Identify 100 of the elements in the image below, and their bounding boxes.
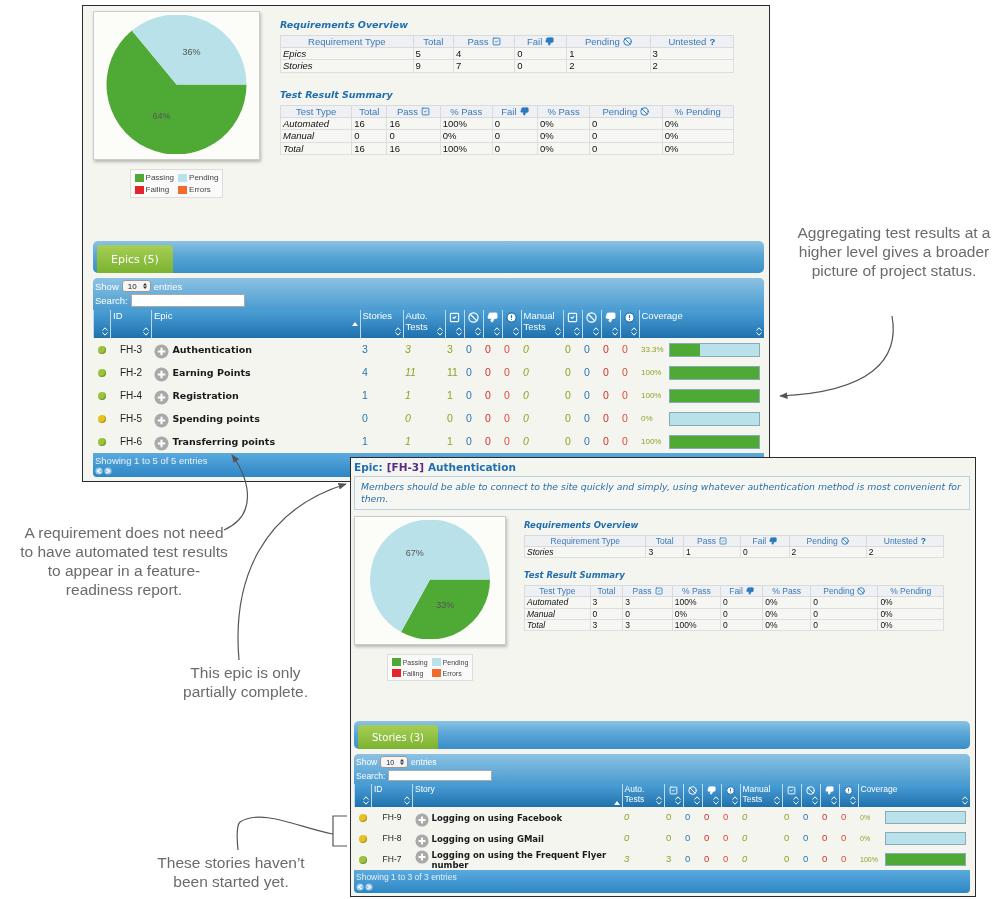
sort-icon[interactable]	[693, 796, 700, 805]
section-title: Requirements Overview	[280, 19, 409, 30]
column-header[interactable]	[620, 310, 639, 338]
plus-circle-icon[interactable]	[153, 344, 169, 359]
sort-icon[interactable]	[731, 796, 738, 805]
header-label: Story	[415, 785, 436, 795]
header-label: Pass	[632, 586, 652, 597]
column-header[interactable]	[801, 784, 820, 807]
column-header[interactable]: Epic	[151, 310, 360, 338]
sort-icon[interactable]	[493, 327, 500, 336]
sort-icon[interactable]	[630, 327, 637, 336]
sort-icon[interactable]	[592, 327, 599, 336]
sort-icon[interactable]	[830, 796, 837, 805]
table-cell: 0	[810, 596, 878, 609]
requirement-name[interactable]: Spending points	[172, 413, 358, 424]
column-header[interactable]	[839, 784, 858, 807]
column-header[interactable]	[820, 784, 839, 807]
table-cell-text: 1	[404, 387, 412, 403]
column-header[interactable]	[683, 784, 702, 807]
plus-circle-icon[interactable]	[153, 367, 169, 382]
column-header[interactable]	[502, 310, 521, 338]
requirement-name[interactable]: Registration	[172, 390, 358, 401]
page-size-select[interactable]: 10	[121, 280, 151, 292]
column-header[interactable]	[93, 310, 111, 338]
column-header[interactable]	[483, 310, 502, 338]
table-cell: Manual	[280, 129, 352, 143]
sort-icon[interactable]	[712, 796, 719, 805]
plus-circle-icon[interactable]	[153, 436, 169, 451]
sort-icon[interactable]	[655, 796, 662, 805]
requirement-name[interactable]: Earning Points	[172, 367, 358, 378]
sort-ascending-icon[interactable]	[613, 801, 620, 805]
sort-icon[interactable]	[474, 327, 481, 336]
pagination-arrows-icon[interactable]	[356, 883, 374, 891]
sort-icon[interactable]	[611, 327, 618, 336]
column-header[interactable]	[664, 784, 683, 807]
sort-icon[interactable]	[363, 796, 369, 805]
column-header[interactable]	[601, 310, 620, 338]
requirement-name[interactable]: Authentication	[172, 344, 358, 355]
column-header[interactable]: Manual Tests	[521, 310, 563, 338]
sort-icon[interactable]	[573, 327, 580, 336]
table-cell-text: 0	[621, 433, 629, 449]
column-header[interactable]: Story	[412, 784, 622, 807]
panel-tab[interactable]: Stories (3)	[358, 725, 438, 749]
column-header[interactable]: Auto. Tests	[403, 310, 445, 338]
sort-icon[interactable]	[554, 327, 561, 336]
search-field[interactable]	[130, 294, 245, 307]
column-header[interactable]	[721, 784, 740, 807]
table-cell-text: 0	[802, 831, 810, 846]
sort-ascending-icon[interactable]	[351, 322, 358, 326]
column-header[interactable]	[702, 784, 721, 807]
legend-label: Errors	[189, 185, 211, 194]
requirement-name[interactable]: Transferring points	[172, 436, 358, 447]
requirement-name[interactable]: Logging on using Facebook	[431, 812, 620, 823]
column-header[interactable]	[782, 784, 801, 807]
sort-icon[interactable]	[455, 327, 462, 336]
column-header[interactable]	[582, 310, 601, 338]
panel-tab[interactable]: Epics (5)	[97, 245, 173, 273]
column-header[interactable]: Manual Tests	[740, 784, 782, 807]
coverage-percent: 0%	[641, 414, 654, 423]
table-cell: 100%	[672, 619, 721, 631]
column-header[interactable]: Auto. Tests	[622, 784, 664, 807]
sort-icon[interactable]	[674, 796, 681, 805]
column-header[interactable]: Coverage	[639, 310, 764, 338]
plus-circle-icon[interactable]	[153, 390, 169, 405]
plus-circle-icon[interactable]	[414, 833, 429, 848]
sort-icon[interactable]	[811, 796, 818, 805]
column-header[interactable]: ID	[110, 310, 152, 338]
pagination-arrows-icon[interactable]	[95, 467, 113, 475]
sort-icon[interactable]	[394, 327, 401, 336]
sort-icon[interactable]	[102, 327, 108, 336]
sort-icon[interactable]	[773, 796, 780, 805]
requirement-name[interactable]: Logging on using GMail	[431, 833, 620, 844]
table-cell-text: 0	[503, 364, 511, 380]
legend-label: Passing	[145, 173, 175, 182]
column-header[interactable]: ID	[371, 784, 413, 807]
header-label: Pending	[823, 586, 855, 597]
column-header[interactable]: Coverage	[858, 784, 970, 807]
sort-icon[interactable]	[849, 796, 856, 805]
sort-icon[interactable]	[404, 796, 410, 805]
column-header[interactable]	[563, 310, 582, 338]
search-field[interactable]	[388, 770, 493, 781]
sort-icon[interactable]	[512, 327, 519, 336]
sort-icon[interactable]	[792, 796, 799, 805]
plus-circle-icon[interactable]	[153, 413, 169, 428]
plus-circle-icon[interactable]	[414, 812, 429, 827]
sort-icon[interactable]	[143, 327, 149, 336]
checkbox-tick-icon	[567, 312, 578, 323]
column-header[interactable]	[354, 784, 372, 807]
exclamation-icon	[624, 312, 635, 323]
column-header[interactable]: Stories	[360, 310, 403, 338]
table-cell-text: 4	[361, 364, 369, 380]
sort-icon[interactable]	[756, 327, 762, 336]
plus-circle-icon[interactable]	[414, 849, 429, 864]
table-cell-text: 0	[583, 387, 591, 403]
sort-icon[interactable]	[436, 327, 443, 336]
column-header[interactable]	[445, 310, 464, 338]
requirement-name[interactable]: Logging on using the Frequent Flyer number	[431, 849, 620, 870]
sort-icon[interactable]	[962, 796, 968, 805]
header-label: Requirement Type	[308, 36, 386, 47]
column-header[interactable]	[464, 310, 483, 338]
